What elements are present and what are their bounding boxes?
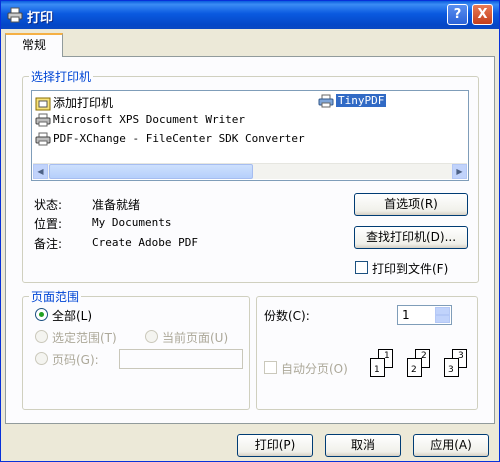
radio-selected-dot [39, 312, 44, 317]
print-dialog: 打印 ? X 常规 选择打印机 添加打印机 TinyPDF Microsoft … [0, 0, 500, 462]
scroll-left-icon[interactable]: ◀ [33, 164, 48, 179]
scroll-thumb[interactable] [49, 164, 253, 179]
print-to-file-checkbox[interactable] [355, 261, 368, 274]
tab-general[interactable]: 常规 [5, 33, 63, 57]
range-pages-label[interactable]: 页码(G): [52, 351, 99, 368]
range-selection-radio[interactable] [35, 330, 48, 343]
status-label: 状态: [34, 198, 63, 212]
apply-button[interactable]: 应用(A) [413, 434, 489, 457]
print-button[interactable]: 打印(P) [237, 434, 313, 457]
copies-label: 份数(C): [264, 309, 310, 323]
cancel-button[interactable]: 取消 [325, 434, 401, 457]
collate-page-front: 1 [370, 358, 385, 377]
title-bar[interactable]: 打印 ? X [1, 1, 499, 29]
printer-item-tinypdf[interactable]: TinyPDF [318, 94, 387, 108]
add-printer-icon [35, 97, 51, 111]
location-label: 位置: [34, 217, 63, 231]
copies-input[interactable]: 1 [397, 305, 452, 325]
page-range-legend: 页面范围 [29, 288, 82, 305]
printer-item-label: Microsoft XPS Document Writer [53, 113, 246, 126]
printer-icon [35, 132, 51, 146]
collate-page-front: 3 [444, 358, 459, 377]
copies-value: 1 [402, 308, 410, 322]
range-selection-label[interactable]: 选定范围(T) [52, 329, 117, 346]
window-title: 打印 [27, 11, 54, 26]
printer-item-xps[interactable]: Microsoft XPS Document Writer [35, 113, 245, 127]
find-printer-button[interactable]: 查找打印机(D)... [354, 226, 468, 249]
printer-icon [7, 7, 23, 23]
printer-item-pdfxchange[interactable]: PDF-XChange - FileCenter SDK Converter [35, 132, 305, 146]
range-current-page-radio[interactable] [145, 330, 158, 343]
spin-up-icon[interactable] [435, 307, 450, 315]
collate-checkbox[interactable] [264, 361, 277, 374]
print-to-file-label[interactable]: 打印到文件(F) [372, 260, 448, 277]
comment-label: 备注: [34, 237, 63, 251]
printer-icon [318, 94, 334, 108]
collate-page-front: 2 [407, 358, 422, 377]
preferences-button[interactable]: 首选项(R) [354, 193, 468, 216]
printer-item-label: TinyPDF [336, 94, 387, 107]
printer-group-legend: 选择打印机 [29, 68, 94, 85]
printer-item-label: PDF-XChange - FileCenter SDK Converter [53, 132, 305, 145]
printer-item-label: 添加打印机 [53, 96, 114, 110]
status-value: 准备就绪 [92, 198, 141, 212]
location-value: My Documents [92, 216, 172, 229]
scroll-right-icon[interactable]: ▶ [452, 164, 467, 179]
close-button[interactable]: X [472, 4, 493, 25]
collate-label[interactable]: 自动分页(O) [281, 360, 348, 377]
printer-list[interactable]: 添加打印机 TinyPDF Microsoft XPS Document Wri… [31, 90, 469, 181]
help-button[interactable]: ? [447, 4, 468, 25]
range-all-label[interactable]: 全部(L) [52, 307, 92, 324]
range-all-radio[interactable] [35, 308, 48, 321]
range-current-page-label[interactable]: 当前页面(U) [162, 329, 228, 346]
printer-item-add[interactable]: 添加打印机 [35, 94, 113, 111]
horizontal-scrollbar[interactable]: ◀ ▶ [33, 163, 467, 179]
printer-icon [35, 113, 51, 127]
comment-value: Create Adobe PDF [92, 236, 198, 249]
pages-input[interactable] [119, 349, 243, 369]
spin-down-icon[interactable] [435, 315, 450, 323]
range-pages-radio[interactable] [35, 352, 48, 365]
